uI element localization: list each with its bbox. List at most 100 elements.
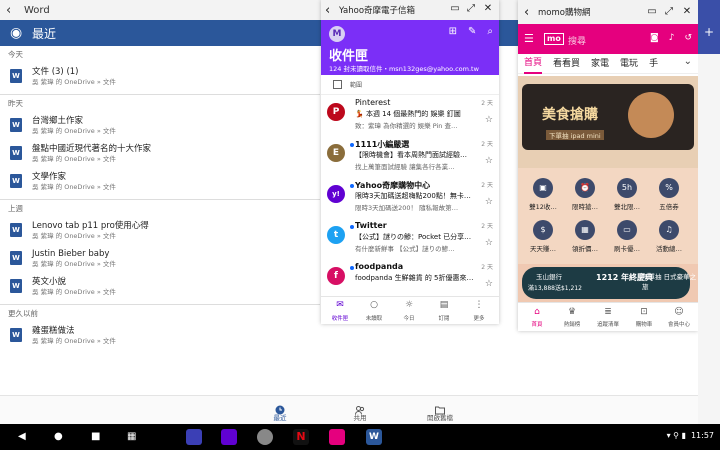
account-avatar[interactable]: M	[329, 26, 345, 42]
clock-icon	[275, 400, 285, 415]
nav-subscriptions[interactable]: ▤ 訂閱	[427, 300, 461, 322]
tab-recent[interactable]: 最近	[250, 400, 310, 422]
star-icon[interactable]: ☆	[485, 156, 493, 166]
dock-settings-icon[interactable]	[257, 429, 273, 445]
select-all-label: 範圍	[350, 82, 363, 89]
app-grid-icon[interactable]: ▦	[127, 431, 136, 442]
shortcut-item[interactable]: ▦ 領折價…	[568, 220, 602, 253]
bank-promo[interactable]: 玉山銀行 滿13,888送$1,212 1212 年終慶典 下單抽 日式豪華之旅	[518, 264, 698, 302]
nav-cart[interactable]: ⊡ 購物車	[627, 306, 661, 328]
history-icon[interactable]: ↺	[684, 33, 692, 43]
mail-subject: 【限時機會】看本周熱門面試經驗…	[355, 151, 467, 159]
inbox-icon: ✉	[336, 300, 344, 310]
minimize-icon[interactable]: ▭	[646, 6, 658, 18]
bell-icon: ♫	[659, 220, 679, 240]
sender-name: Yahoo奇摩購物中心	[355, 181, 431, 190]
word-bottom-nav: 最近 共用 開啟舊檔	[0, 395, 720, 424]
maximize-icon[interactable]: ⤢	[465, 3, 477, 15]
tab-games[interactable]: 電玩	[620, 55, 638, 73]
recents-nav-icon[interactable]: ■	[91, 431, 100, 442]
inbox-tray-icon[interactable]: ⊞	[449, 26, 457, 37]
shortcut-item[interactable]: 5h 雙北限…	[610, 178, 644, 211]
doc-name: Justin Bieber baby	[32, 249, 110, 259]
promo-prize: 下單抽 日式豪華之旅	[642, 273, 697, 291]
yahoo-mail-window: ‹ Yahoo奇摩電子信箱 ▭ ⤢ ✕ M ⊞ ✎ ⌕ 收件匣 124 封未讀取…	[321, 0, 499, 324]
add-icon[interactable]: +	[704, 25, 714, 39]
doc-name: 雞蛋糕做法	[32, 326, 75, 336]
tab-open[interactable]: 開啟舊檔	[410, 400, 470, 422]
promo-amount: 滿13,888送$1,212	[528, 285, 582, 292]
momo-header: ☰ mo 搜尋 ◙ ♪ ↺	[518, 24, 698, 54]
dock-momo-icon[interactable]	[329, 429, 345, 445]
minimize-icon[interactable]: ▭	[449, 3, 461, 15]
nav-member[interactable]: ☺ 會員中心	[662, 306, 696, 328]
shortcut-item[interactable]: ⏰ 限時搶…	[568, 178, 602, 211]
maximize-icon[interactable]: ⤢	[663, 6, 675, 18]
system-navigation-bar: ◀ ● ■ ▦ N W ▾ ⚲ ▮ 11:57	[0, 424, 720, 450]
nav-more[interactable]: ⋮ 更多	[462, 300, 496, 322]
home-nav-icon[interactable]: ●	[54, 431, 63, 442]
momo-logo[interactable]: mo	[544, 33, 564, 45]
tab-shared[interactable]: 共用	[330, 400, 390, 422]
back-icon[interactable]: ‹	[524, 5, 538, 20]
android-screen: ‹ Word ◉ 最近 今天 W 文件 (3) (1) 吳 紫瑋 的 OneDr…	[0, 0, 720, 450]
back-icon[interactable]: ‹	[6, 3, 24, 18]
back-nav-icon[interactable]: ◀	[18, 431, 26, 442]
nav-inbox[interactable]: ✉ 收件匣	[323, 300, 357, 322]
tab-watch-buy[interactable]: 看看買	[553, 55, 580, 73]
shortcut-item[interactable]: ♫ 活動總…	[652, 220, 686, 253]
shortcut-grid: ▣ 雙12收… ⏰ 限時搶… 5h 雙北限… % 五倍券 $ 天天賺… ▦ 領折…	[518, 168, 698, 264]
mail-item[interactable]: f foodpanda foodpanda 生鮮雜貨 的 5折優惠來… 2 天 …	[321, 259, 499, 300]
close-icon[interactable]: ✕	[681, 6, 693, 18]
back-icon[interactable]: ‹	[325, 3, 339, 18]
dock-yahoo-mail-icon[interactable]	[221, 429, 237, 445]
doc-location: 吳 紫瑋 的 OneDrive » 文件	[32, 183, 116, 191]
mail-item[interactable]: y! Yahoo奇摩購物中心 限時3天加碼送超嗨點200點！無卡… 限時3天加碼…	[321, 177, 499, 218]
folder-title: 收件匣	[329, 49, 369, 64]
nav-bestsellers[interactable]: ♛ 熱銷榜	[555, 306, 589, 328]
search-input[interactable]: 搜尋	[568, 34, 586, 47]
sender-avatar: y!	[327, 185, 345, 203]
subscription-icon: ▤	[439, 300, 449, 310]
tab-phones[interactable]: 手	[649, 55, 658, 73]
shortcut-item[interactable]: ▭ 刷卡優…	[610, 220, 644, 253]
nav-watchlist[interactable]: ≣ 追蹤清單	[591, 306, 625, 328]
search-icon[interactable]: ⌕	[487, 26, 493, 37]
shortcut-item[interactable]: ▣ 雙12收…	[526, 178, 560, 211]
dock-app-icon[interactable]	[186, 429, 202, 445]
tab-appliances[interactable]: 家電	[591, 55, 609, 73]
header-actions: ⊞ ✎ ⌕	[449, 26, 493, 37]
nav-today[interactable]: ☼ 今日	[392, 300, 426, 322]
mail-item[interactable]: P Pinterest 💃 本週 14 個最熱門的 娛樂 釘圖 致：紫瑋 為你精…	[321, 95, 499, 136]
shortcut-item[interactable]: % 五倍券	[652, 178, 686, 211]
doc-name: 文學作家	[32, 172, 67, 182]
star-icon[interactable]: ☆	[485, 279, 493, 289]
shortcut-item[interactable]: $ 天天賺…	[526, 220, 560, 253]
home-icon: ⌂	[534, 307, 540, 317]
folder-icon	[435, 400, 445, 415]
chevron-down-icon[interactable]: ⌄	[684, 56, 692, 67]
nav-unread[interactable]: ○ 未讀取	[357, 300, 391, 322]
doc-location: 吳 紫瑋 的 OneDrive » 文件	[32, 288, 116, 296]
mail-item[interactable]: t Twitter 【公式】謎りの鯵：Pocket 已分享… 有什麼新鮮事 【公…	[321, 218, 499, 259]
mail-item[interactable]: E 1111小編嚴選 【限時機會】看本周熱門面試經驗… 找上萬筆面試經驗 讓集各…	[321, 136, 499, 177]
camera-icon[interactable]: ◙	[650, 33, 659, 43]
nav-home[interactable]: ⌂ 首頁	[520, 306, 554, 328]
star-icon[interactable]: ☆	[485, 115, 493, 125]
tab-home[interactable]: 首頁	[524, 54, 543, 74]
close-icon[interactable]: ✕	[482, 3, 494, 15]
mic-icon[interactable]: ♪	[669, 33, 675, 43]
star-icon[interactable]: ☆	[485, 197, 493, 207]
menu-icon[interactable]: ☰	[524, 32, 534, 45]
delivery-icon: 5h	[617, 178, 637, 198]
doc-location: 吳 紫瑋 的 OneDrive » 文件	[32, 155, 116, 163]
promo-banner[interactable]: 美食搶購 下單抽 ipad mini	[518, 76, 698, 168]
compose-icon[interactable]: ✎	[468, 26, 476, 37]
star-icon[interactable]: ☆	[485, 238, 493, 248]
select-all-checkbox[interactable]	[333, 80, 342, 89]
sender-avatar: f	[327, 267, 345, 285]
account-icon[interactable]: ◉	[10, 25, 32, 41]
dock-word-icon[interactable]: W	[366, 429, 382, 445]
dock-netflix-icon[interactable]: N	[293, 429, 309, 445]
mail-time: 2 天	[481, 100, 493, 107]
